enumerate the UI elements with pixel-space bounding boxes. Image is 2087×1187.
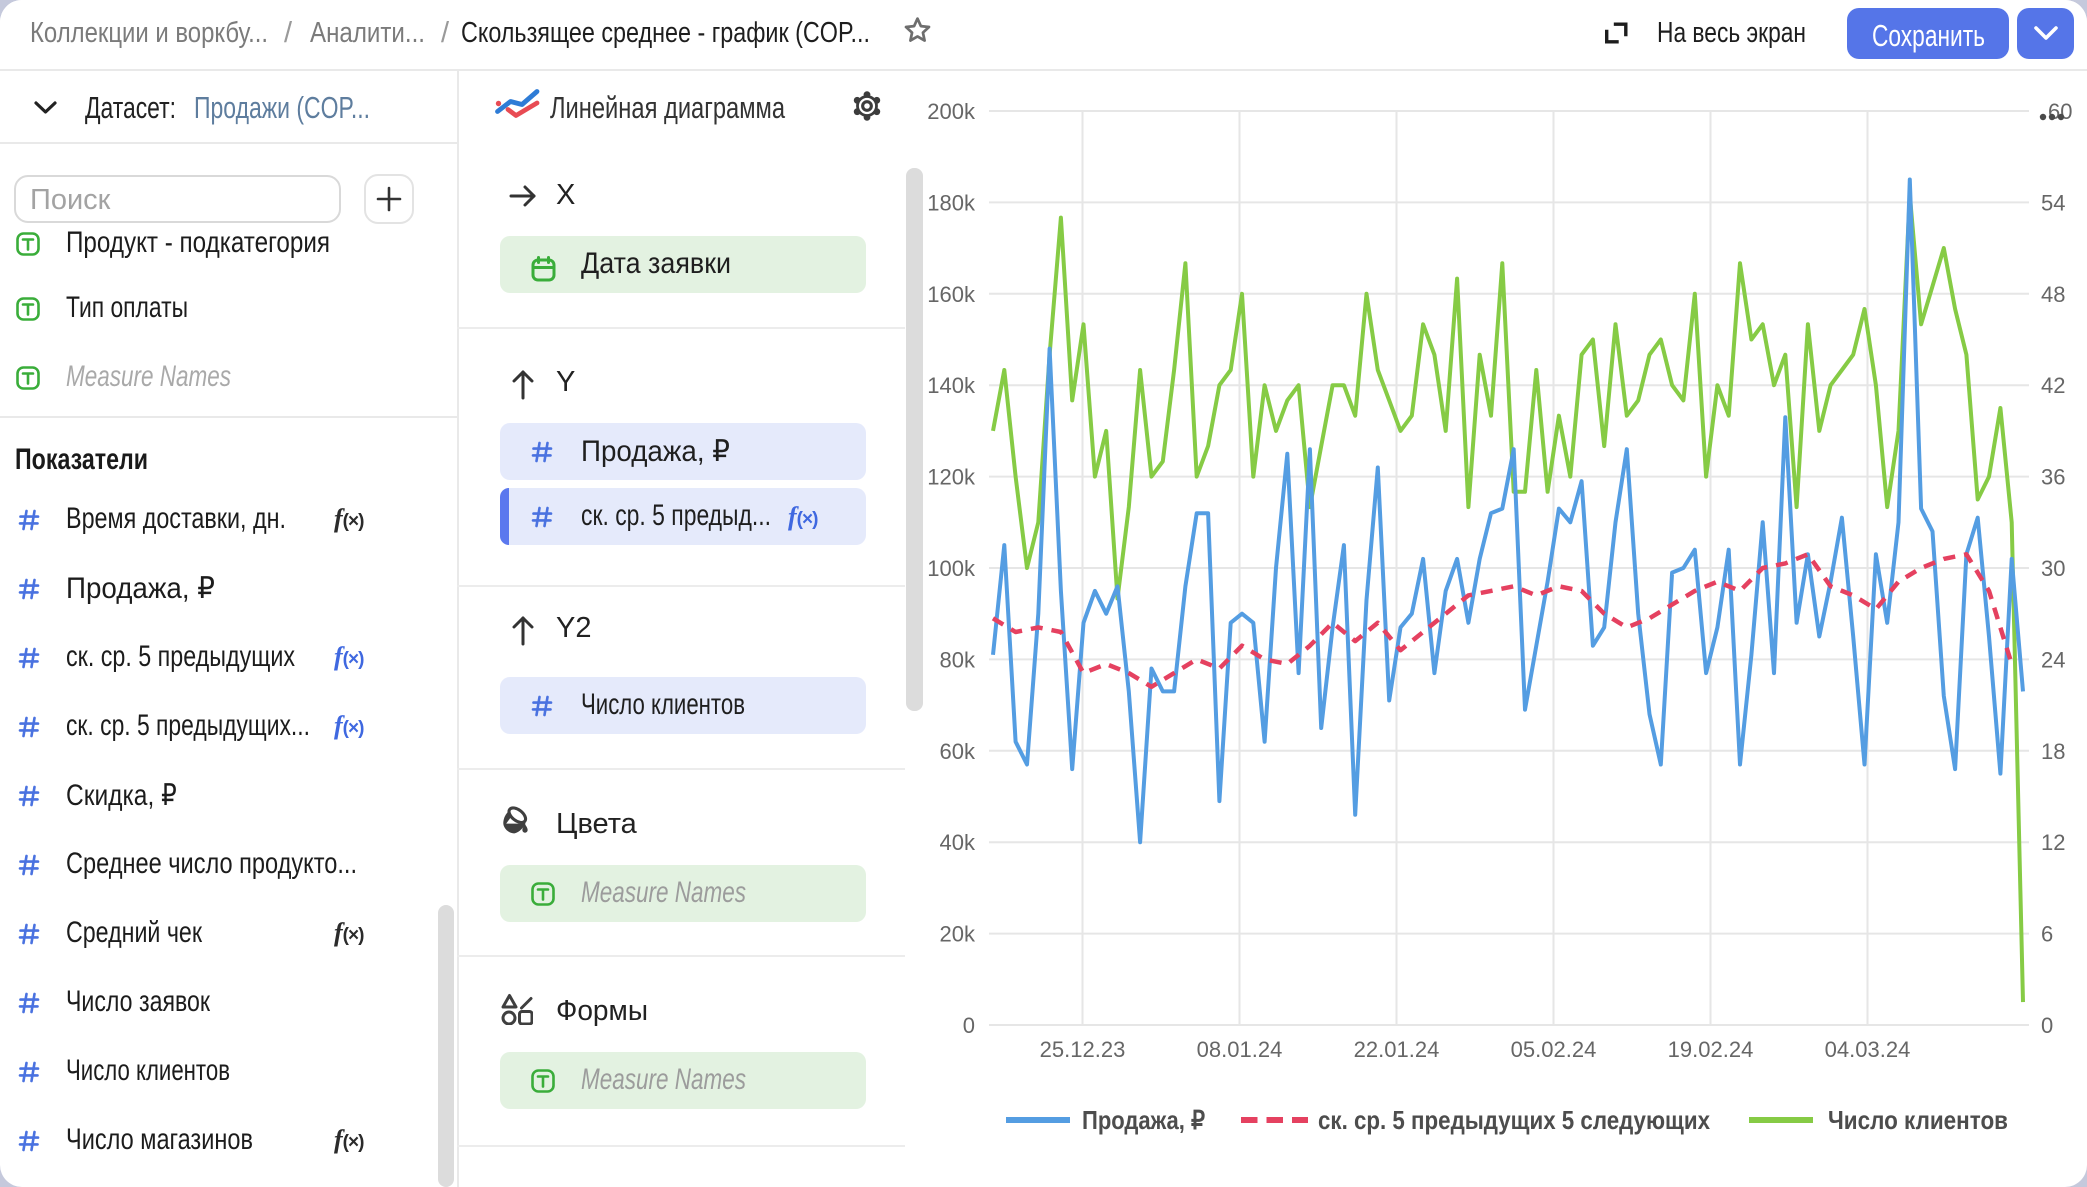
svg-text:19.02.24: 19.02.24 <box>1668 1037 1754 1062</box>
svg-text:25.12.23: 25.12.23 <box>1040 1037 1126 1062</box>
svg-text:180k: 180k <box>927 190 976 215</box>
svg-text:0: 0 <box>963 1013 975 1038</box>
svg-text:18: 18 <box>2041 739 2065 764</box>
svg-text:120k: 120k <box>927 465 976 490</box>
svg-text:100k: 100k <box>927 556 976 581</box>
svg-text:48: 48 <box>2041 282 2065 307</box>
svg-text:05.02.24: 05.02.24 <box>1511 1037 1597 1062</box>
svg-text:200k: 200k <box>927 99 976 124</box>
svg-text:ск. ср. 5 предыдущих 5 следующ: ск. ср. 5 предыдущих 5 следующих <box>1318 1105 1710 1135</box>
svg-text:80k: 80k <box>940 647 976 672</box>
svg-text:20k: 20k <box>940 922 976 947</box>
svg-text:Число клиентов: Число клиентов <box>1828 1105 2008 1135</box>
svg-text:22.01.24: 22.01.24 <box>1354 1037 1440 1062</box>
svg-text:24: 24 <box>2041 647 2065 672</box>
svg-text:42: 42 <box>2041 373 2065 398</box>
svg-text:54: 54 <box>2041 190 2065 215</box>
svg-text:0: 0 <box>2041 1013 2053 1038</box>
svg-text:140k: 140k <box>927 373 976 398</box>
svg-text:60: 60 <box>2048 99 2072 124</box>
svg-text:08.01.24: 08.01.24 <box>1197 1037 1283 1062</box>
svg-text:60k: 60k <box>940 739 976 764</box>
svg-text:36: 36 <box>2041 465 2065 490</box>
svg-text:04.03.24: 04.03.24 <box>1825 1037 1911 1062</box>
svg-text:40k: 40k <box>940 830 976 855</box>
svg-text:160k: 160k <box>927 282 976 307</box>
svg-text:6: 6 <box>2041 922 2053 947</box>
svg-text:12: 12 <box>2041 830 2065 855</box>
svg-text:Продажа, ₽: Продажа, ₽ <box>1082 1105 1205 1135</box>
svg-text:30: 30 <box>2041 556 2065 581</box>
